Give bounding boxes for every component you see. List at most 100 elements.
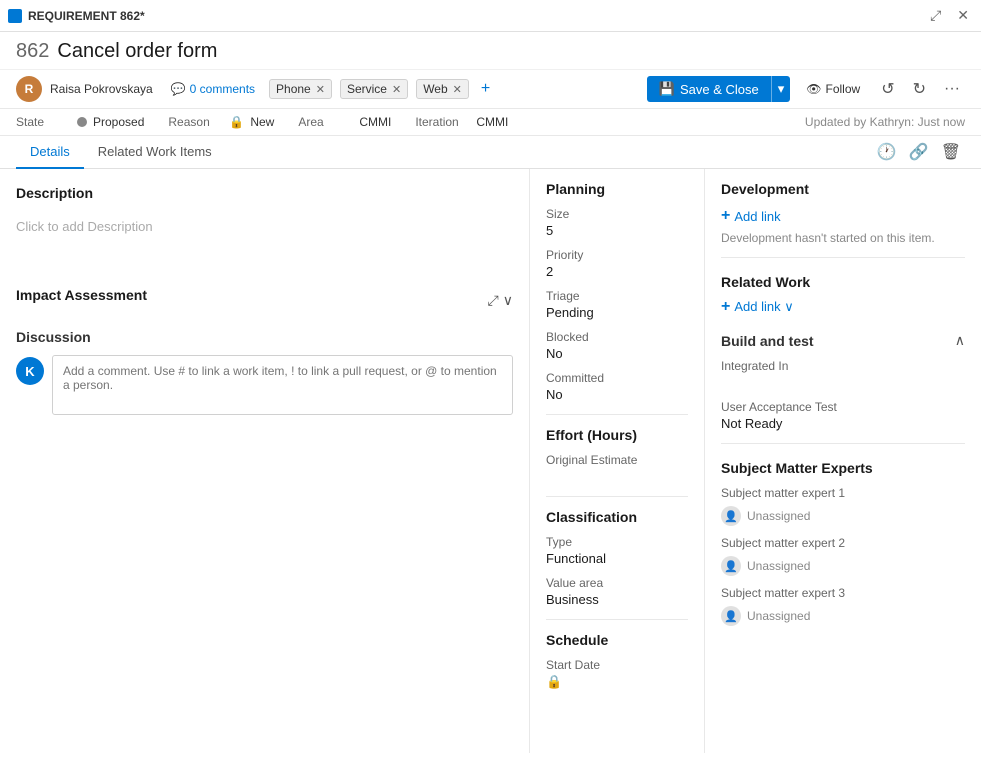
triage-label: Triage [546,289,688,303]
sme2-avatar: 👤 [721,556,741,576]
user-name: Raisa Pokrovskaya [50,82,153,96]
effort-title: Effort (Hours) [546,427,688,443]
sme3-avatar: 👤 [721,606,741,626]
save-close-main[interactable]: 💾 Save & Close [647,76,771,102]
type-value[interactable]: Functional [546,551,688,566]
title-bar-text: REQUIREMENT 862* [28,9,145,23]
development-empty-text: Development hasn't started on this item. [721,231,965,245]
size-label: Size [546,207,688,221]
tag-phone: Phone ✕ [269,79,332,99]
impact-assessment-header: Impact Assessment ⤢ ∨ [16,287,513,313]
integrated-in-label: Integrated In [721,359,965,373]
sme3-row: 👤 Unassigned [721,606,965,626]
main-content: Description Click to add Description Imp… [0,169,981,753]
tab-details[interactable]: Details [16,136,84,169]
development-add-link-label: Add link [734,209,780,224]
save-close-dropdown[interactable]: ▾ [771,76,791,102]
reason-field: Reason 🔒 New [168,115,274,129]
impact-collapse-button[interactable]: ∨ [503,292,513,309]
add-tag-button[interactable]: + [477,80,494,98]
triage-value[interactable]: Pending [546,305,688,320]
description-placeholder[interactable]: Click to add Description [16,211,513,271]
sme3-value[interactable]: Unassigned [747,609,810,623]
priority-value[interactable]: 2 [546,264,688,279]
start-date-value[interactable]: 🔒 [546,674,688,690]
state-dot [77,117,87,127]
work-item-title: Cancel order form [57,40,217,63]
delete-button[interactable]: 🗑 [937,138,965,166]
updated-text: Updated by Kathryn: Just now [805,115,965,129]
title-bar-right: ⤢ ✕ [926,5,973,26]
sme2-value[interactable]: Unassigned [747,559,810,573]
type-label: Type [546,535,688,549]
build-test-header: Build and test ∧ [721,332,965,349]
follow-button[interactable]: 👁 Follow [798,78,868,100]
area-value[interactable]: CMMI [359,115,391,129]
impact-expand-button[interactable]: ⤢ [488,292,499,309]
tab-related-work-items[interactable]: Related Work Items [84,136,226,169]
redo-button[interactable]: ↻ [908,76,931,102]
uat-value[interactable]: Not Ready [721,416,965,431]
blocked-label: Blocked [546,330,688,344]
discussion-avatar: K [16,357,44,385]
related-work-add-icon: + [721,298,730,316]
committed-value[interactable]: No [546,387,688,402]
iteration-label: Iteration [415,115,470,129]
save-close-label: Save & Close [680,82,759,97]
discussion-title: Discussion [16,329,513,345]
title-bar-left: REQUIREMENT 862* [8,9,145,23]
sme-section: Subject Matter Experts Subject matter ex… [721,460,965,626]
tab-nav: Details Related Work Items 🕐 🔗 🗑 [0,136,981,169]
minimize-button[interactable]: ⤢ [926,5,945,26]
development-add-link-button[interactable]: + Add link [721,207,781,225]
reason-value[interactable]: New [250,115,274,129]
save-close-button[interactable]: 💾 Save & Close ▾ [647,76,790,102]
size-value[interactable]: 5 [546,223,688,238]
tag-service-label: Service [347,82,387,96]
right-panel: Development + Add link Development hasn'… [705,169,981,753]
more-actions-button[interactable]: ··· [939,77,965,101]
history-button[interactable]: 🕐 [873,138,901,166]
related-work-add-link-button[interactable]: + Add link ∨ [721,298,794,316]
sme1-value[interactable]: Unassigned [747,509,810,523]
save-icon: 💾 [659,81,675,97]
uat-label: User Acceptance Test [721,400,965,414]
middle-panel: Planning Size 5 Priority 2 Triage Pendin… [530,169,705,753]
undo-button[interactable]: ↺ [876,76,899,102]
tag-service: Service ✕ [340,79,408,99]
close-button[interactable]: ✕ [953,5,973,26]
classification-title: Classification [546,509,688,525]
discussion-input[interactable] [52,355,513,415]
sme3-label: Subject matter expert 3 [721,586,965,600]
comments-button[interactable]: 💬 0 comments [165,80,261,98]
toolbar-row: R Raisa Pokrovskaya 💬 0 comments Phone ✕… [0,70,981,109]
build-test-collapse-button[interactable]: ∧ [955,332,965,349]
iteration-value[interactable]: CMMI [476,115,508,129]
state-row: State Proposed Reason 🔒 New Area CMMI It… [0,109,981,136]
tag-service-close[interactable]: ✕ [392,83,401,96]
original-estimate-value[interactable] [546,469,688,484]
integrated-in-value[interactable] [721,375,965,390]
work-item-number: 862 [16,40,49,63]
value-area-value[interactable]: Business [546,592,688,607]
priority-label: Priority [546,248,688,262]
schedule-title: Schedule [546,632,688,648]
blocked-value[interactable]: No [546,346,688,361]
tag-phone-close[interactable]: ✕ [316,83,325,96]
sme1-label: Subject matter expert 1 [721,486,965,500]
start-date-label: Start Date [546,658,688,672]
state-value[interactable]: Proposed [93,115,144,129]
start-date-lock-icon: 🔒 [546,674,562,689]
value-area-label: Value area [546,576,688,590]
area-label: Area [298,115,353,129]
sme2-label: Subject matter expert 2 [721,536,965,550]
tag-web-close[interactable]: ✕ [453,83,462,96]
comments-label: 0 comments [190,82,255,96]
follow-eye-icon: 👁 [806,82,821,96]
title-bar: REQUIREMENT 862* ⤢ ✕ [0,0,981,32]
related-work-title: Related Work [721,274,965,290]
description-title: Description [16,185,513,201]
link-button[interactable]: 🔗 [905,138,933,166]
discussion-input-row: K [16,355,513,415]
reason-label: Reason [168,115,223,129]
